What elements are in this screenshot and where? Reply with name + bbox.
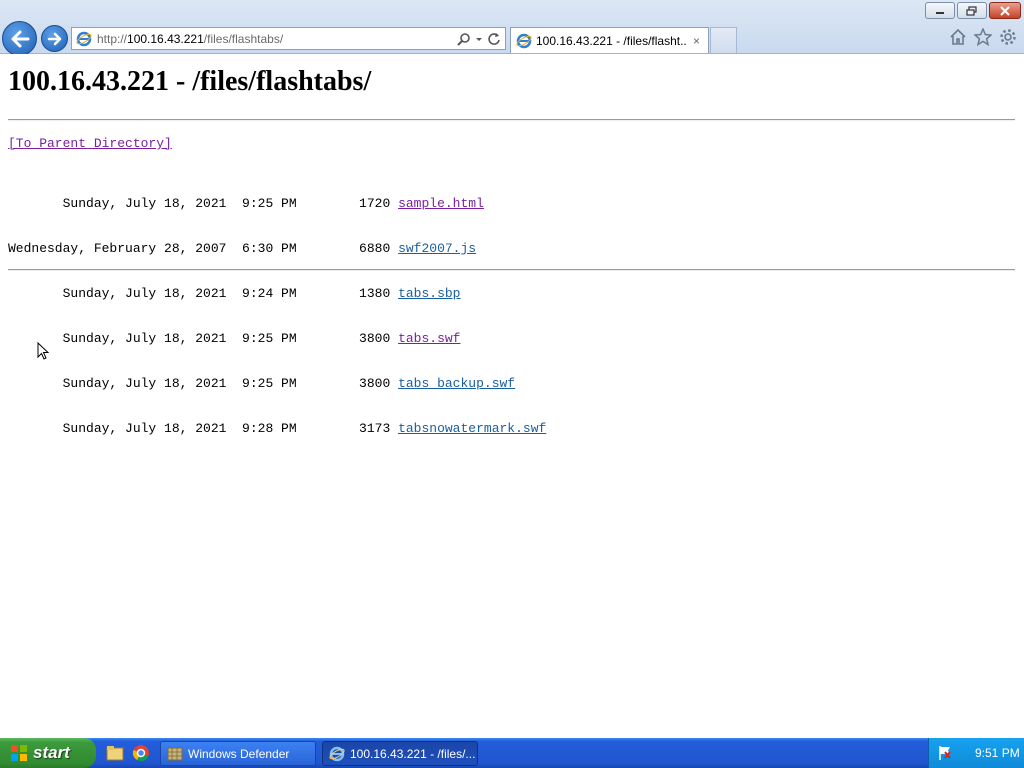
file-info: Wednesday, February 28, 2007 6:30 PM 688… (8, 241, 399, 256)
quick-launch (106, 744, 150, 762)
chrome-icon[interactable] (132, 744, 150, 762)
minimize-icon (936, 11, 944, 14)
taskbar-item-label: 100.16.43.221 - /files/... (350, 746, 476, 761)
minimize-button[interactable] (925, 2, 955, 19)
divider (8, 119, 1015, 121)
refresh-icon[interactable] (487, 32, 501, 46)
windows-flag-icon (11, 745, 27, 761)
list-item: Sunday, July 18, 2021 9:25 PM 3800 tabs … (8, 376, 546, 391)
directory-listing: Sunday, July 18, 2021 9:25 PM 1720 sampl… (8, 166, 546, 466)
forward-button[interactable] (41, 25, 68, 52)
list-item: Wednesday, February 28, 2007 6:30 PM 688… (8, 241, 546, 256)
tab-current[interactable]: 100.16.43.221 - /files/flasht... × (510, 27, 709, 53)
address-url[interactable]: http://100.16.43.221/files/flashtabs/ (97, 32, 283, 46)
system-tray: 9:51 PM (928, 738, 1024, 768)
file-explorer-icon[interactable] (106, 744, 124, 762)
file-link[interactable]: tabs.swf (398, 331, 460, 346)
taskbar-item-browser[interactable]: 100.16.43.221 - /files/... (322, 741, 478, 766)
ie-icon (329, 746, 345, 762)
back-button[interactable] (2, 21, 37, 56)
arrow-right-icon (47, 32, 61, 45)
list-item: Sunday, July 18, 2021 9:24 PM 1380 tabs.… (8, 286, 546, 301)
list-item: Sunday, July 18, 2021 9:25 PM 3800 tabs.… (8, 331, 546, 346)
file-link[interactable]: sample.html (398, 196, 484, 211)
gear-icon[interactable] (999, 28, 1017, 46)
close-window-button[interactable] (989, 2, 1021, 19)
page-title: 100.16.43.221 - /files/flashtabs/ (8, 66, 372, 97)
restore-button[interactable] (957, 2, 987, 19)
tab-close-button[interactable]: × (693, 34, 700, 48)
page-content: 100.16.43.221 - /files/flashtabs/ [To Pa… (0, 54, 1024, 738)
restore-icon (966, 5, 977, 16)
file-link[interactable]: tabsnowatermark.swf (398, 421, 546, 436)
file-link[interactable]: tabs backup.swf (398, 376, 515, 391)
list-item: Sunday, July 18, 2021 9:25 PM 1720 sampl… (8, 196, 546, 211)
new-tab-button[interactable] (710, 27, 737, 53)
list-item: Sunday, July 18, 2021 9:28 PM 3173 tabsn… (8, 421, 547, 436)
window-controls (925, 2, 1021, 19)
file-link[interactable]: tabs.sbp (398, 286, 460, 301)
tab-title: 100.16.43.221 - /files/flasht... (536, 33, 686, 48)
taskbar: start Windows Defender 100.16.43.221 - /… (0, 738, 1024, 768)
address-bar[interactable]: http://100.16.43.221/files/flashtabs/ (71, 27, 506, 50)
ie-icon (76, 31, 92, 46)
file-info: Sunday, July 18, 2021 9:24 PM 1380 (8, 286, 399, 301)
action-center-flag-icon[interactable] (937, 745, 953, 761)
file-info: Sunday, July 18, 2021 9:25 PM 1720 (8, 196, 399, 211)
file-info: Sunday, July 18, 2021 9:28 PM 3173 (8, 421, 399, 436)
address-tools (457, 32, 505, 46)
browser-toolbar: http://100.16.43.221/files/flashtabs/ 10… (0, 0, 1024, 56)
file-info: Sunday, July 18, 2021 9:25 PM 3800 (8, 376, 399, 391)
close-icon (1000, 5, 1010, 16)
ie-icon (516, 33, 532, 48)
mouse-cursor-icon (37, 342, 50, 360)
file-link[interactable]: swf2007.js (398, 241, 476, 256)
browser-command-icons (949, 28, 1017, 46)
start-button[interactable]: start (0, 738, 96, 768)
parent-directory-link[interactable]: [To Parent Directory] (8, 136, 172, 151)
arrow-left-icon (11, 30, 29, 47)
taskbar-item-label: Windows Defender (188, 746, 290, 761)
clock[interactable]: 9:51 PM (975, 746, 1020, 760)
taskbar-item-windows-defender[interactable]: Windows Defender (160, 741, 316, 766)
search-icon[interactable] (457, 32, 471, 46)
file-info: Sunday, July 18, 2021 9:25 PM 3800 (8, 331, 399, 346)
favorites-star-icon[interactable] (974, 28, 992, 46)
defender-icon (167, 746, 183, 762)
home-icon[interactable] (949, 28, 967, 46)
divider (8, 269, 1015, 271)
chevron-down-icon[interactable] (475, 32, 483, 46)
start-label: start (33, 743, 70, 762)
